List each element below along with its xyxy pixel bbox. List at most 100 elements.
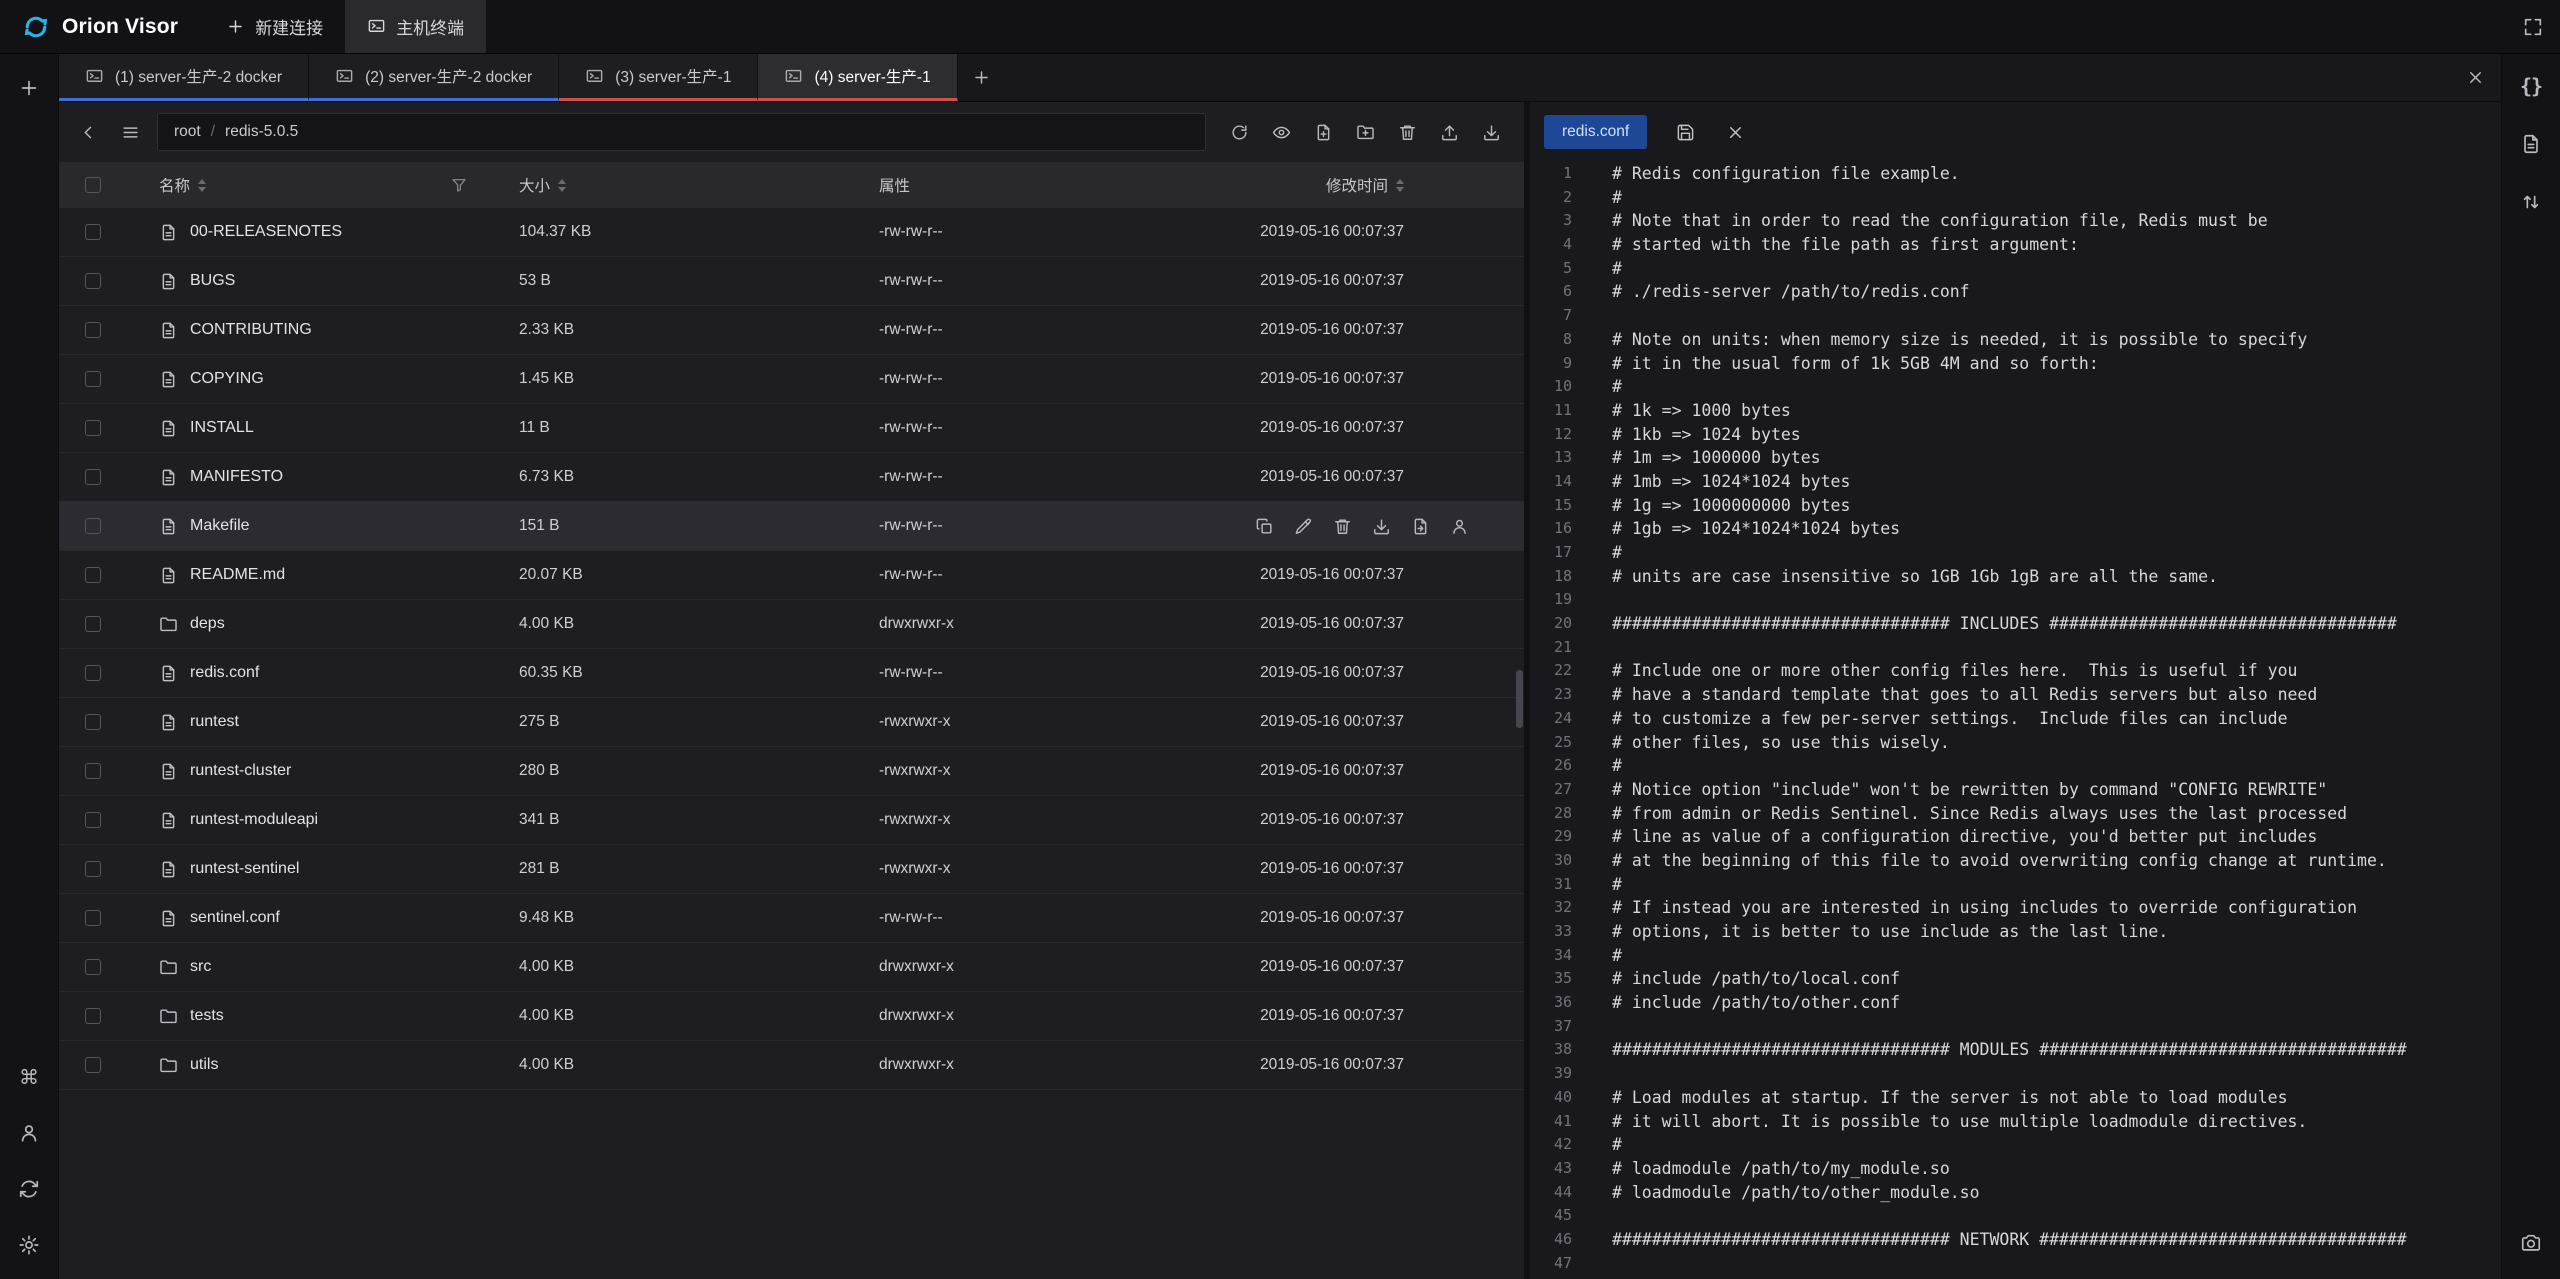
breadcrumb[interactable]: root / redis-5.0.5 bbox=[157, 113, 1206, 151]
delete-button[interactable] bbox=[1388, 113, 1426, 151]
file-name[interactable]: redis.conf bbox=[190, 664, 259, 682]
file-name[interactable]: runtest bbox=[190, 713, 239, 731]
filter-icon[interactable] bbox=[451, 177, 467, 193]
breadcrumb-current[interactable]: redis-5.0.5 bbox=[225, 123, 298, 141]
fullscreen-button[interactable] bbox=[2506, 0, 2560, 53]
add-connection-button[interactable] bbox=[11, 70, 47, 106]
edit-action-icon[interactable] bbox=[1292, 515, 1314, 537]
table-row[interactable]: MANIFESTO 6.73 KB -rw-rw-r-- 2019-05-16 … bbox=[59, 453, 1524, 502]
file-name[interactable]: README.md bbox=[190, 566, 285, 584]
row-checkbox[interactable] bbox=[85, 469, 101, 485]
table-row[interactable]: runtest-sentinel 281 B -rwxrwxr-x 2019-0… bbox=[59, 845, 1524, 894]
file-manager-button[interactable] bbox=[2513, 126, 2549, 162]
table-row[interactable]: redis.conf 60.35 KB -rw-rw-r-- 2019-05-1… bbox=[59, 649, 1524, 698]
row-checkbox[interactable] bbox=[85, 322, 101, 338]
file-name[interactable]: src bbox=[190, 958, 211, 976]
table-row[interactable]: BUGS 53 B -rw-rw-r-- 2019-05-16 00:07:37 bbox=[59, 257, 1524, 306]
breadcrumb-root[interactable]: root bbox=[174, 123, 201, 141]
terminal-tab[interactable]: (3) server-生产-1 bbox=[559, 54, 758, 101]
app-logo[interactable]: Orion Visor bbox=[0, 0, 204, 53]
row-checkbox[interactable] bbox=[85, 861, 101, 877]
column-header-attr[interactable]: 属性 bbox=[879, 174, 1259, 196]
row-checkbox[interactable] bbox=[85, 224, 101, 240]
terminal-tab[interactable]: (2) server-生产-2 docker bbox=[309, 54, 559, 101]
screenshot-button[interactable] bbox=[2513, 1225, 2549, 1261]
row-checkbox[interactable] bbox=[85, 273, 101, 289]
new-tab-button[interactable] bbox=[958, 54, 1006, 101]
table-row[interactable]: COPYING 1.45 KB -rw-rw-r-- 2019-05-16 00… bbox=[59, 355, 1524, 404]
row-checkbox[interactable] bbox=[85, 371, 101, 387]
back-button[interactable] bbox=[69, 113, 107, 151]
row-checkbox[interactable] bbox=[85, 616, 101, 632]
table-row[interactable]: src 4.00 KB drwxrwxr-x 2019-05-16 00:07:… bbox=[59, 943, 1524, 992]
file-name[interactable]: MANIFESTO bbox=[190, 468, 283, 486]
file-name[interactable]: BUGS bbox=[190, 272, 235, 290]
table-row[interactable]: runtest 275 B -rwxrwxr-x 2019-05-16 00:0… bbox=[59, 698, 1524, 747]
delete-action-icon[interactable] bbox=[1331, 515, 1353, 537]
file-name[interactable]: deps bbox=[190, 615, 225, 633]
file-name[interactable]: COPYING bbox=[190, 370, 264, 388]
save-file-button[interactable] bbox=[1673, 120, 1697, 144]
row-checkbox[interactable] bbox=[85, 567, 101, 583]
sort-icon[interactable] bbox=[558, 179, 566, 192]
row-checkbox[interactable] bbox=[85, 812, 101, 828]
file-name[interactable]: runtest-sentinel bbox=[190, 860, 299, 878]
file-name[interactable]: tests bbox=[190, 1007, 224, 1025]
table-row[interactable]: deps 4.00 KB drwxrwxr-x 2019-05-16 00:07… bbox=[59, 600, 1524, 649]
new-file-button[interactable] bbox=[1304, 113, 1342, 151]
table-row[interactable]: README.md 20.07 KB -rw-rw-r-- 2019-05-16… bbox=[59, 551, 1524, 600]
row-checkbox[interactable] bbox=[85, 763, 101, 779]
table-row[interactable]: runtest-moduleapi 341 B -rwxrwxr-x 2019-… bbox=[59, 796, 1524, 845]
file-name[interactable]: utils bbox=[190, 1056, 218, 1074]
table-row[interactable]: utils 4.00 KB drwxrwxr-x 2019-05-16 00:0… bbox=[59, 1041, 1524, 1090]
row-checkbox[interactable] bbox=[85, 1008, 101, 1024]
terminal-tab[interactable]: (1) server-生产-2 docker bbox=[59, 54, 309, 101]
new-folder-button[interactable] bbox=[1346, 113, 1384, 151]
column-header-size[interactable]: 大小 bbox=[519, 174, 879, 196]
column-header-name[interactable]: 名称 bbox=[159, 174, 519, 196]
table-row[interactable]: sentinel.conf 9.48 KB -rw-rw-r-- 2019-05… bbox=[59, 894, 1524, 943]
table-row[interactable]: runtest-cluster 280 B -rwxrwxr-x 2019-05… bbox=[59, 747, 1524, 796]
file-name[interactable]: Makefile bbox=[190, 517, 250, 535]
settings-button[interactable] bbox=[11, 1227, 47, 1263]
row-checkbox[interactable] bbox=[85, 420, 101, 436]
copy-action-icon[interactable] bbox=[1253, 515, 1275, 537]
refresh-button[interactable] bbox=[1220, 113, 1258, 151]
permission-action-icon[interactable] bbox=[1448, 515, 1470, 537]
editor-content[interactable]: 1# Redis configuration file example.2#3#… bbox=[1530, 162, 2501, 1279]
host-terminal-nav[interactable]: 主机终端 bbox=[345, 0, 486, 53]
preview-hidden-button[interactable] bbox=[1262, 113, 1300, 151]
upload-button[interactable] bbox=[1430, 113, 1468, 151]
new-connection-button[interactable]: 新建连接 bbox=[204, 0, 345, 53]
table-row[interactable]: Makefile 151 B -rw-rw-r-- bbox=[59, 502, 1524, 551]
row-checkbox[interactable] bbox=[85, 665, 101, 681]
close-file-button[interactable] bbox=[1723, 120, 1747, 144]
download-button[interactable] bbox=[1472, 113, 1510, 151]
row-checkbox[interactable] bbox=[85, 518, 101, 534]
file-name[interactable]: sentinel.conf bbox=[190, 909, 280, 927]
sync-button[interactable] bbox=[11, 1171, 47, 1207]
editor-tab-redis-conf[interactable]: redis.conf bbox=[1544, 115, 1647, 149]
sort-icon[interactable] bbox=[198, 179, 206, 192]
close-terminal-button[interactable] bbox=[2449, 54, 2501, 101]
table-row[interactable]: tests 4.00 KB drwxrwxr-x 2019-05-16 00:0… bbox=[59, 992, 1524, 1041]
select-all-checkbox[interactable] bbox=[85, 177, 101, 193]
row-checkbox[interactable] bbox=[85, 1057, 101, 1073]
sort-icon[interactable] bbox=[1396, 179, 1404, 192]
list-view-button[interactable] bbox=[111, 113, 149, 151]
file-name[interactable]: runtest-cluster bbox=[190, 762, 291, 780]
row-checkbox[interactable] bbox=[85, 910, 101, 926]
terminal-tab[interactable]: (4) server-生产-1 bbox=[758, 54, 957, 101]
shortcut-keys-button[interactable]: ⌘ bbox=[11, 1059, 47, 1095]
file-list-scrollbar[interactable] bbox=[1516, 670, 1523, 728]
file-name[interactable]: CONTRIBUTING bbox=[190, 321, 312, 339]
row-checkbox[interactable] bbox=[85, 714, 101, 730]
file-name[interactable]: 00-RELEASENOTES bbox=[190, 223, 342, 241]
table-row[interactable]: INSTALL 11 B -rw-rw-r-- 2019-05-16 00:07… bbox=[59, 404, 1524, 453]
transfer-list-button[interactable] bbox=[2513, 184, 2549, 220]
table-row[interactable]: 00-RELEASENOTES 104.37 KB -rw-rw-r-- 201… bbox=[59, 208, 1524, 257]
row-checkbox[interactable] bbox=[85, 959, 101, 975]
user-profile-button[interactable] bbox=[11, 1115, 47, 1151]
column-header-mtime[interactable]: 修改时间 bbox=[1259, 174, 1524, 196]
file-name[interactable]: runtest-moduleapi bbox=[190, 811, 318, 829]
